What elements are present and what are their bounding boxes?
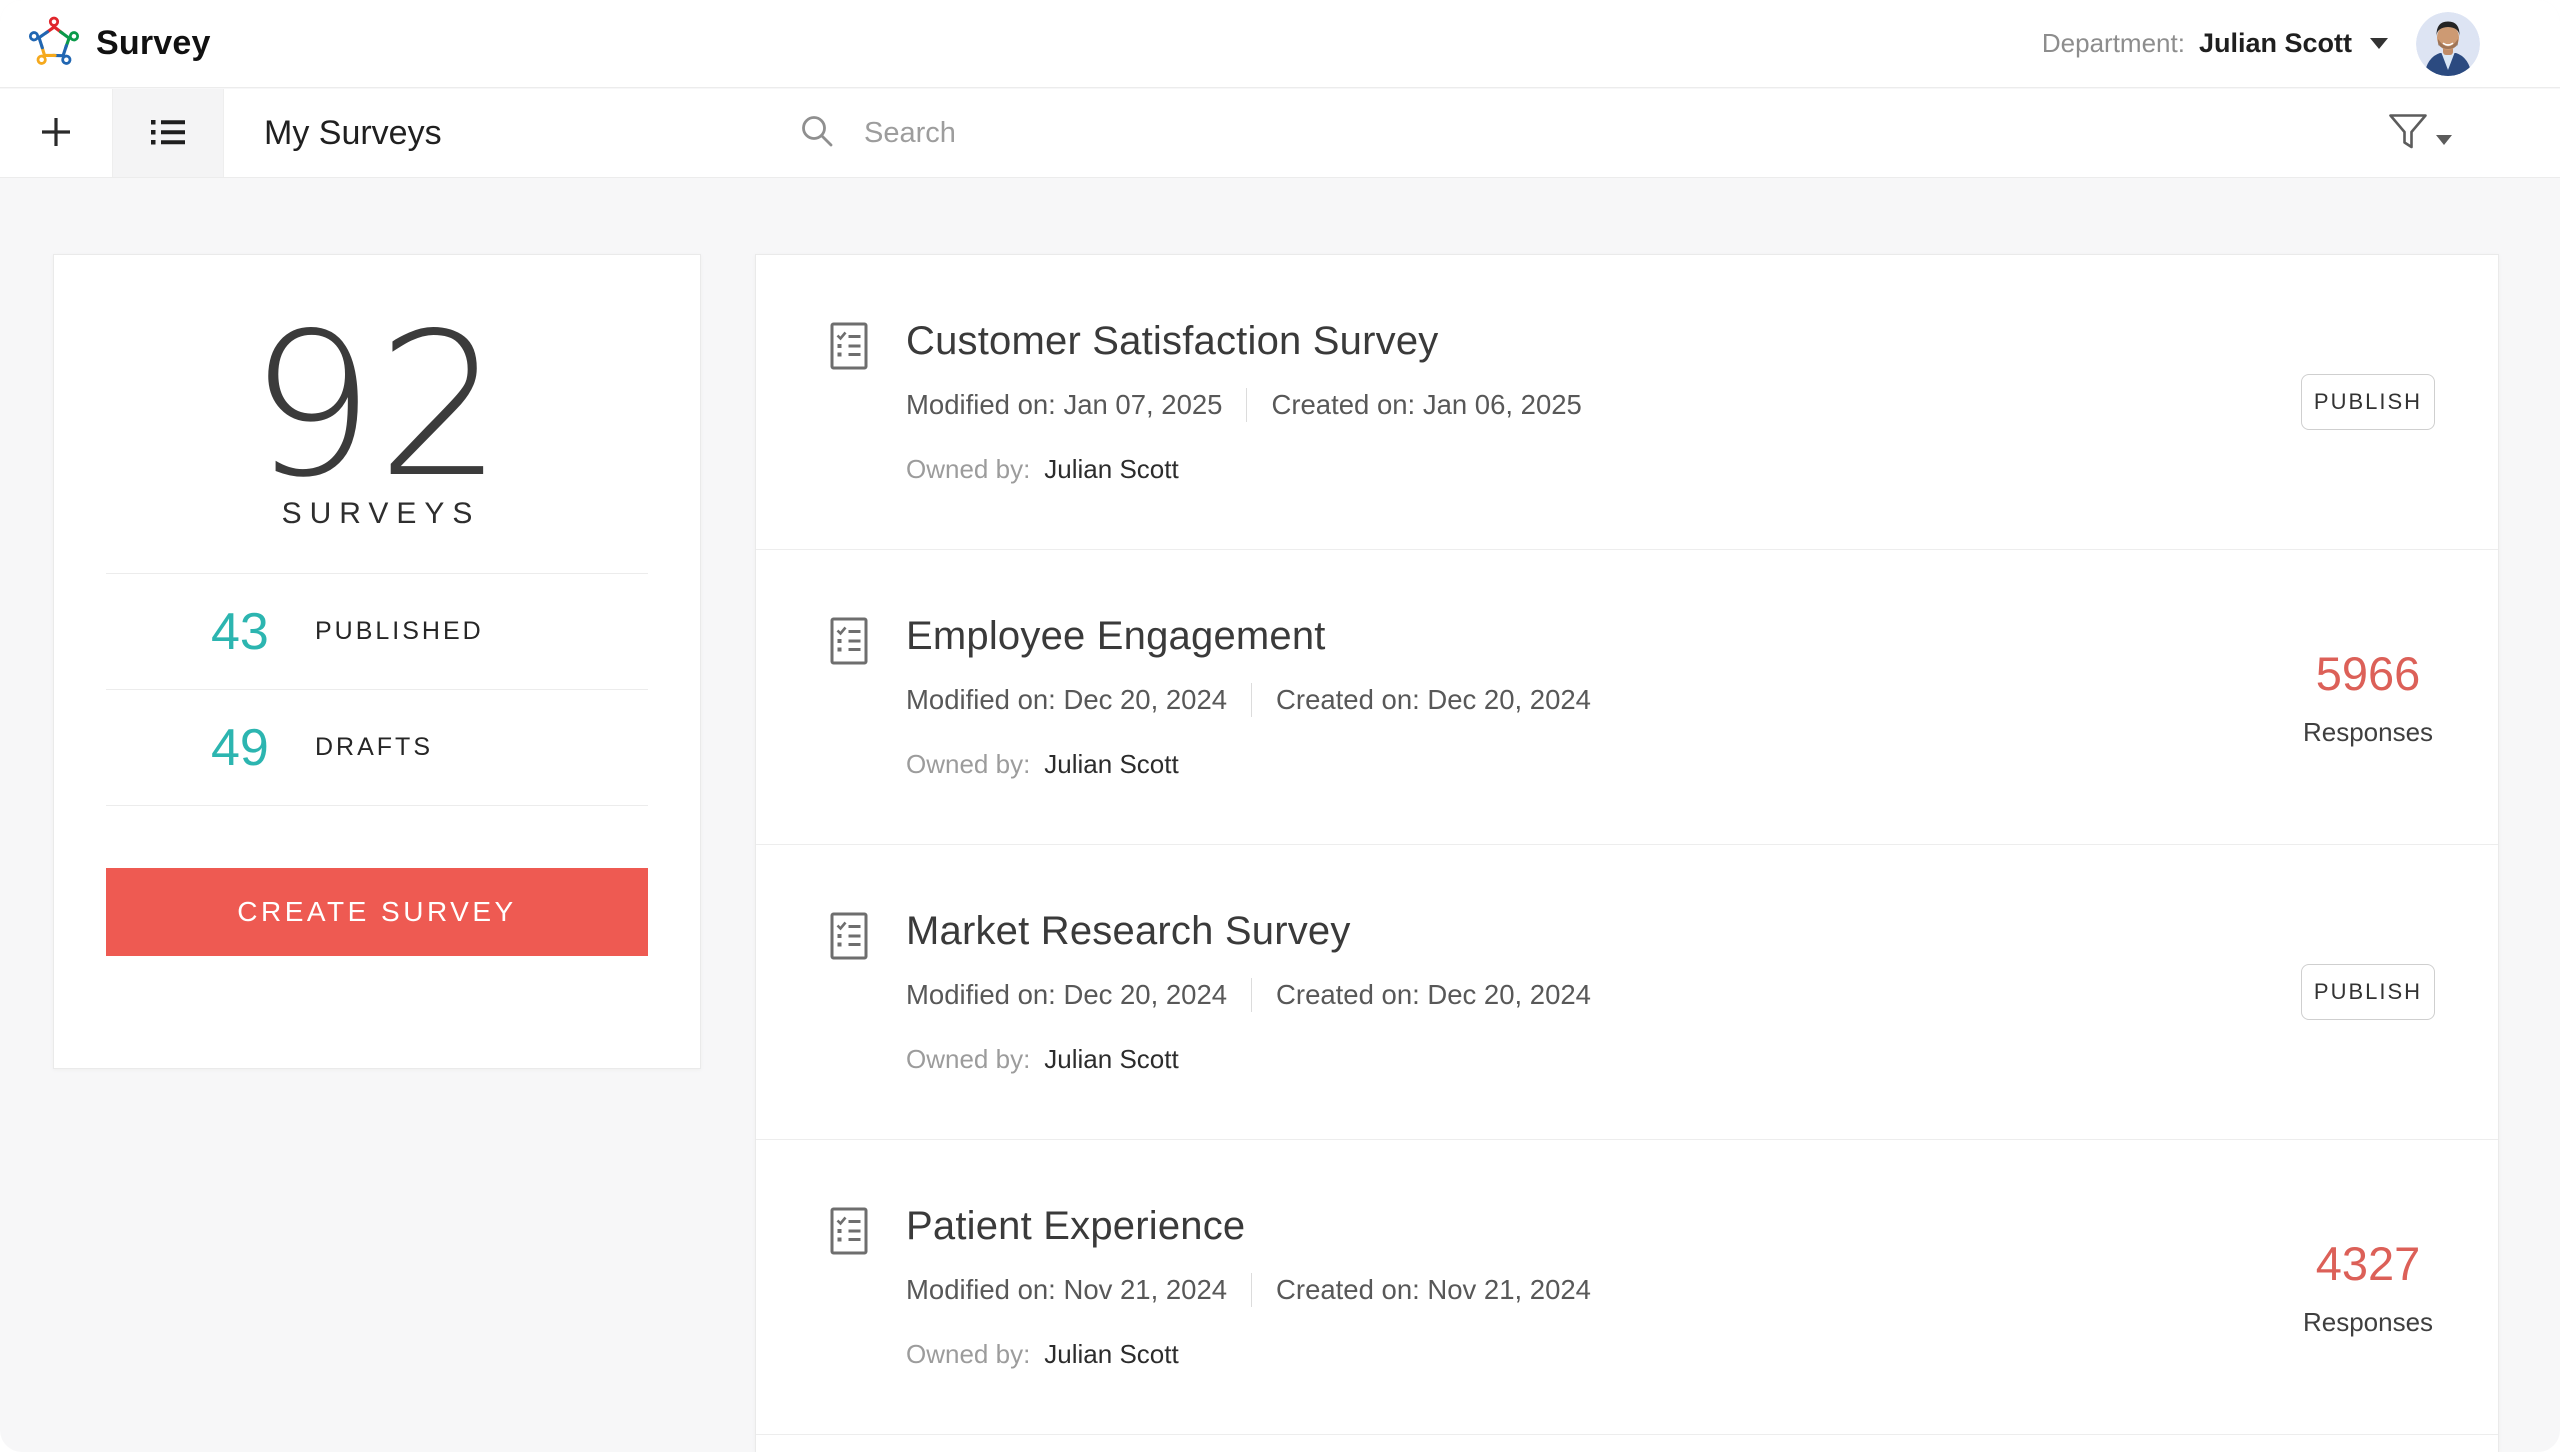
survey-responses[interactable]: 4327 Responses: [2268, 1140, 2468, 1434]
survey-row[interactable]: Customer Satisfaction Survey Modified on…: [756, 255, 2498, 550]
modified-date: Modified on: Dec 20, 2024: [906, 979, 1227, 1011]
survey-title[interactable]: Employee Engagement: [906, 614, 2238, 659]
survey-title[interactable]: Market Research Survey: [906, 909, 2238, 954]
header-right: Department: Julian Scott: [2042, 12, 2560, 76]
publish-button[interactable]: PUBLISH: [2301, 374, 2435, 430]
survey-doc-icon: [829, 616, 869, 671]
brand[interactable]: Survey: [26, 13, 211, 74]
app-header: Survey Department: Julian Scott: [0, 0, 2560, 88]
survey-row[interactable]: Patient Experience Modified on: Nov 21, …: [756, 1140, 2498, 1435]
chevron-down-icon: [2436, 135, 2452, 145]
page-title: My Surveys: [264, 114, 442, 153]
survey-owner: Owned by: Julian Scott: [906, 749, 2238, 780]
created-date: Created on: Dec 20, 2024: [1276, 979, 1591, 1011]
owned-by-label: Owned by:: [906, 454, 1030, 485]
toolbar: My Surveys: [0, 89, 2560, 178]
published-count: 43: [211, 602, 315, 662]
owned-by-label: Owned by:: [906, 1339, 1030, 1370]
total-surveys-label: SURVEYS: [54, 497, 700, 531]
survey-list: Customer Satisfaction Survey Modified on…: [755, 254, 2499, 1452]
owner-name: Julian Scott: [1044, 454, 1178, 485]
create-new-button[interactable]: [0, 89, 112, 177]
total-surveys-count: 92: [54, 307, 700, 505]
divider: [106, 805, 648, 806]
responses-label: Responses: [2303, 717, 2433, 748]
avatar[interactable]: [2416, 12, 2480, 76]
survey-doc-icon: [829, 911, 869, 966]
survey-info: Customer Satisfaction Survey Modified on…: [756, 255, 2498, 485]
drafts-count: 49: [211, 718, 315, 778]
divider: [1251, 978, 1252, 1012]
search-box: [800, 89, 1286, 177]
owner-name: Julian Scott: [1044, 1044, 1178, 1075]
list-view-button[interactable]: [112, 89, 224, 177]
owner-name: Julian Scott: [1044, 749, 1178, 780]
survey-logo-icon: [26, 13, 82, 74]
survey-title[interactable]: Patient Experience: [906, 1204, 2238, 1249]
stat-drafts[interactable]: 49 DRAFTS: [54, 690, 700, 805]
modified-date: Modified on: Dec 20, 2024: [906, 684, 1227, 716]
survey-info: Market Research Survey Modified on: Dec …: [756, 845, 2498, 1075]
survey-info: Patient Experience Modified on: Nov 21, …: [756, 1140, 2498, 1370]
chevron-down-icon: [2370, 38, 2388, 49]
filter-button[interactable]: [2388, 89, 2452, 177]
owned-by-label: Owned by:: [906, 1044, 1030, 1075]
app-window: Survey Department: Julian Scott: [0, 0, 2560, 1452]
survey-actions: PUBLISH: [2268, 845, 2468, 1139]
app-name: Survey: [96, 24, 211, 63]
owned-by-label: Owned by:: [906, 749, 1030, 780]
department-selector[interactable]: Department: Julian Scott: [2042, 28, 2388, 59]
survey-dates: Modified on: Jan 07, 2025 Created on: Ja…: [906, 388, 2238, 422]
survey-owner: Owned by: Julian Scott: [906, 1339, 2238, 1370]
funnel-icon: [2388, 113, 2428, 154]
survey-dates: Modified on: Dec 20, 2024 Created on: De…: [906, 978, 2238, 1012]
survey-owner: Owned by: Julian Scott: [906, 1044, 2238, 1075]
survey-row[interactable]: Market Research Survey Modified on: Dec …: [756, 845, 2498, 1140]
department-label: Department:: [2042, 28, 2185, 59]
list-view-icon: [150, 116, 186, 151]
survey-dates: Modified on: Dec 20, 2024 Created on: De…: [906, 683, 2238, 717]
survey-row[interactable]: Employee Engagement Modified on: Dec 20,…: [756, 550, 2498, 845]
search-input[interactable]: [862, 116, 1286, 151]
modified-date: Modified on: Nov 21, 2024: [906, 1274, 1227, 1306]
published-label: PUBLISHED: [315, 617, 484, 646]
survey-actions: PUBLISH: [2268, 255, 2468, 549]
summary-card: 92 SURVEYS 43 PUBLISHED 49 DRAFTS CREATE…: [53, 254, 701, 1069]
search-icon: [800, 114, 834, 153]
stat-published[interactable]: 43 PUBLISHED: [54, 574, 700, 689]
survey-doc-icon: [829, 1206, 869, 1261]
response-count: 5966: [2316, 646, 2421, 701]
responses-label: Responses: [2303, 1307, 2433, 1338]
survey-doc-icon: [829, 321, 869, 376]
publish-button[interactable]: PUBLISH: [2301, 964, 2435, 1020]
created-date: Created on: Jan 06, 2025: [1271, 389, 1581, 421]
survey-responses[interactable]: 5966 Responses: [2268, 550, 2468, 844]
create-survey-button[interactable]: CREATE SURVEY: [106, 868, 648, 956]
owner-name: Julian Scott: [1044, 1339, 1178, 1370]
modified-date: Modified on: Jan 07, 2025: [906, 389, 1222, 421]
plus-icon: [39, 115, 73, 152]
created-date: Created on: Nov 21, 2024: [1276, 1274, 1591, 1306]
created-date: Created on: Dec 20, 2024: [1276, 684, 1591, 716]
survey-info: Employee Engagement Modified on: Dec 20,…: [756, 550, 2498, 780]
survey-owner: Owned by: Julian Scott: [906, 454, 2238, 485]
department-value: Julian Scott: [2199, 28, 2352, 59]
divider: [1246, 388, 1247, 422]
survey-dates: Modified on: Nov 21, 2024 Created on: No…: [906, 1273, 2238, 1307]
divider: [1251, 683, 1252, 717]
drafts-label: DRAFTS: [315, 733, 433, 762]
response-count: 4327: [2316, 1236, 2421, 1291]
survey-title[interactable]: Customer Satisfaction Survey: [906, 319, 2238, 364]
divider: [1251, 1273, 1252, 1307]
